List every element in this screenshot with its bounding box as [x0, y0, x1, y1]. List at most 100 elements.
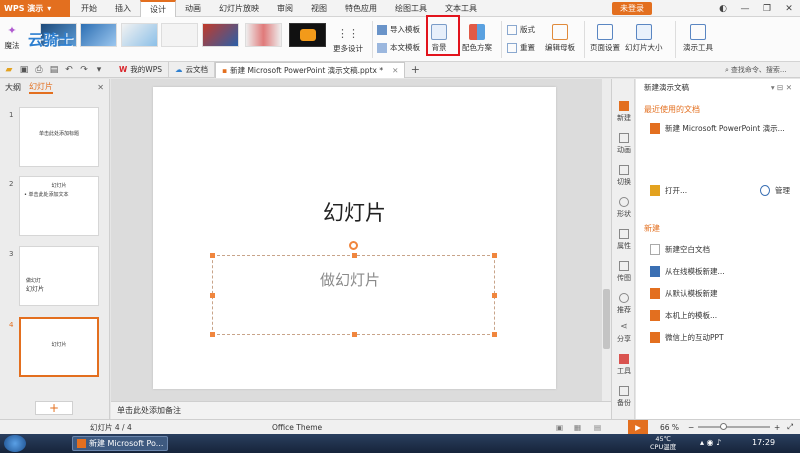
page-setup-button[interactable]: 页面设置 [590, 24, 620, 53]
local-templates[interactable]: 本机上的模板... [650, 310, 717, 321]
resize-handle[interactable] [492, 253, 497, 258]
status-bar: 幻灯片 4 / 4 Office Theme ▣ ▦ ▤ ▶ 66 % − + … [0, 419, 800, 434]
notes-pane[interactable]: 单击此处添加备注 [111, 401, 611, 419]
add-slide-button[interactable]: + [35, 401, 73, 415]
resize-handle[interactable] [210, 332, 215, 337]
skin-icon[interactable]: ◐ [712, 0, 734, 17]
scrollbar-thumb[interactable] [603, 289, 610, 349]
reset-button[interactable]: 重置 [507, 42, 535, 53]
normal-view-icon[interactable]: ▣ [556, 423, 563, 432]
import-template-button[interactable]: 导入模板 [377, 24, 420, 35]
tab-start[interactable]: 开始 [72, 0, 106, 17]
slide-thumbnail-3[interactable]: 做幻灯 幻灯片 [19, 246, 99, 306]
tab-slides[interactable]: 幻灯片 [29, 81, 53, 94]
subtitle-textbox[interactable]: 做幻灯片 [210, 253, 497, 337]
manage-button[interactable]: 管理 [760, 185, 790, 196]
presentation-tools-button[interactable]: 演示工具 [683, 24, 713, 53]
new-tab-icon[interactable]: + [409, 63, 421, 76]
slide-thumbnail-1[interactable]: 单击此处添加标题 [19, 107, 99, 167]
zoom-in-icon[interactable]: + [774, 423, 780, 432]
color-scheme-button[interactable]: 配色方案 [462, 24, 492, 53]
sidebar-item-animation[interactable]: 动画 [612, 133, 636, 155]
sidebar-item-properties[interactable]: 属性 [612, 229, 636, 251]
tab-review[interactable]: 审阅 [268, 0, 302, 17]
resize-handle[interactable] [352, 332, 357, 337]
print-icon[interactable]: ⎙ [33, 64, 45, 76]
rotate-handle[interactable] [349, 241, 358, 250]
tab-slideshow[interactable]: 幻灯片放映 [210, 0, 268, 17]
sidebar-item-shape[interactable]: 形状 [612, 197, 636, 219]
sidebar-item-new[interactable]: 新建 [612, 101, 636, 123]
fit-window-icon[interactable]: ⤢ [787, 422, 793, 432]
edit-master-button[interactable]: 编辑母板 [545, 24, 575, 53]
app-menu-button[interactable]: WPS 演示 ▾ [0, 0, 70, 17]
template-thumb-3[interactable] [121, 23, 158, 47]
new-blank-doc[interactable]: 新建空白文档 [650, 244, 710, 255]
play-icon[interactable]: ▶ [628, 420, 648, 434]
sidebar-item-upload-image[interactable]: 传图 [612, 261, 636, 283]
magic-button[interactable]: ✦ 魔法 [4, 22, 20, 51]
start-button[interactable] [4, 435, 26, 452]
layout-button[interactable]: 版式 [507, 24, 535, 35]
tab-outline[interactable]: 大纲 [5, 82, 21, 93]
new-from-default-template[interactable]: 从默认模板新建 [650, 288, 718, 299]
slide-title[interactable]: 幻灯片 [153, 197, 556, 227]
template-thumb-4[interactable] [161, 23, 198, 47]
slide-size-button[interactable]: 幻灯片大小 [625, 24, 663, 53]
slide-canvas[interactable]: 幻灯片 做幻灯片 [153, 87, 556, 389]
slide-thumbnail-2[interactable]: 幻灯片 • 单击此处添加文本 [19, 176, 99, 236]
sidebar-item-backup[interactable]: 备份 [612, 386, 636, 408]
open-button[interactable]: 打开... [650, 185, 687, 196]
resize-handle[interactable] [492, 332, 497, 337]
sidebar-item-share[interactable]: ⋖ 分享 [612, 322, 636, 344]
login-button[interactable]: 未登录 [612, 2, 652, 15]
tray-icons[interactable]: ▴ ◉ ♪ [700, 438, 721, 447]
pane-controls[interactable]: ▾ ⊟ ✕ [771, 83, 792, 92]
sorter-view-icon[interactable]: ▦ [574, 423, 581, 432]
tab-design[interactable]: 设计 [140, 0, 176, 17]
resize-handle[interactable] [492, 293, 497, 298]
zoom-out-icon[interactable]: − [688, 423, 694, 432]
tab-animation[interactable]: 动画 [176, 0, 210, 17]
restore-icon[interactable]: ❐ [756, 0, 778, 17]
template-thumb-5[interactable] [202, 23, 239, 47]
sidebar-item-tools[interactable]: 工具 [612, 354, 636, 376]
tab-my-wps[interactable]: W 我的WPS [113, 61, 169, 78]
this-template-button[interactable]: 本文模板 [377, 42, 420, 53]
subtitle-text[interactable]: 做幻灯片 [320, 269, 380, 290]
minimize-icon[interactable]: — [734, 0, 756, 17]
sidebar-item-recommend[interactable]: 推荐 [612, 293, 636, 315]
more-design-button[interactable]: ⋮⋮ 更多设计 [333, 25, 363, 54]
template-thumb-2[interactable] [80, 23, 117, 47]
zoom-slider-thumb[interactable] [720, 423, 727, 430]
close-tab-icon[interactable]: ✕ [392, 66, 398, 75]
close-pane-icon[interactable]: ✕ [97, 83, 104, 92]
redo-icon[interactable]: ↷ [78, 64, 90, 76]
wechat-interactive-ppt[interactable]: 微信上的互动PPT [650, 332, 724, 343]
chevron-down-icon[interactable]: ▾ [93, 64, 105, 76]
zoom-slider[interactable] [698, 426, 770, 428]
taskbar-app[interactable]: 新建 Microsoft Po... [72, 436, 168, 451]
close-icon[interactable]: ✕ [778, 0, 800, 17]
save-icon[interactable]: ▣ [18, 64, 30, 76]
tab-insert[interactable]: 插入 [106, 0, 140, 17]
template-thumb-6[interactable] [245, 23, 282, 47]
undo-icon[interactable]: ↶ [63, 64, 75, 76]
resize-handle[interactable] [210, 253, 215, 258]
slide-thumbnail-4[interactable]: 幻灯片 [19, 317, 99, 377]
new-from-online-template[interactable]: 从在线模板新建... [650, 266, 725, 277]
search-input[interactable]: ⌕ 查找命令、搜索... [725, 64, 799, 76]
sidebar-item-transition[interactable]: 切换 [612, 165, 636, 187]
template-thumb-7[interactable] [289, 23, 326, 47]
reading-view-icon[interactable]: ▤ [594, 423, 601, 432]
tab-view[interactable]: 视图 [302, 0, 336, 17]
tab-features[interactable]: 特色应用 [336, 0, 386, 17]
preview-icon[interactable]: ▤ [48, 64, 60, 76]
open-folder-icon[interactable]: ▰ [3, 64, 15, 76]
recent-doc-item[interactable]: 新建 Microsoft PowerPoint 演示... [650, 123, 785, 134]
resize-handle[interactable] [210, 293, 215, 298]
resize-handle[interactable] [352, 253, 357, 258]
tab-document[interactable]: ▪ 新建 Microsoft PowerPoint 演示文稿.pptx * ✕ [214, 61, 406, 78]
tab-cloud-docs[interactable]: ☁ 云文档 [169, 61, 215, 78]
vertical-scrollbar[interactable] [602, 79, 611, 401]
